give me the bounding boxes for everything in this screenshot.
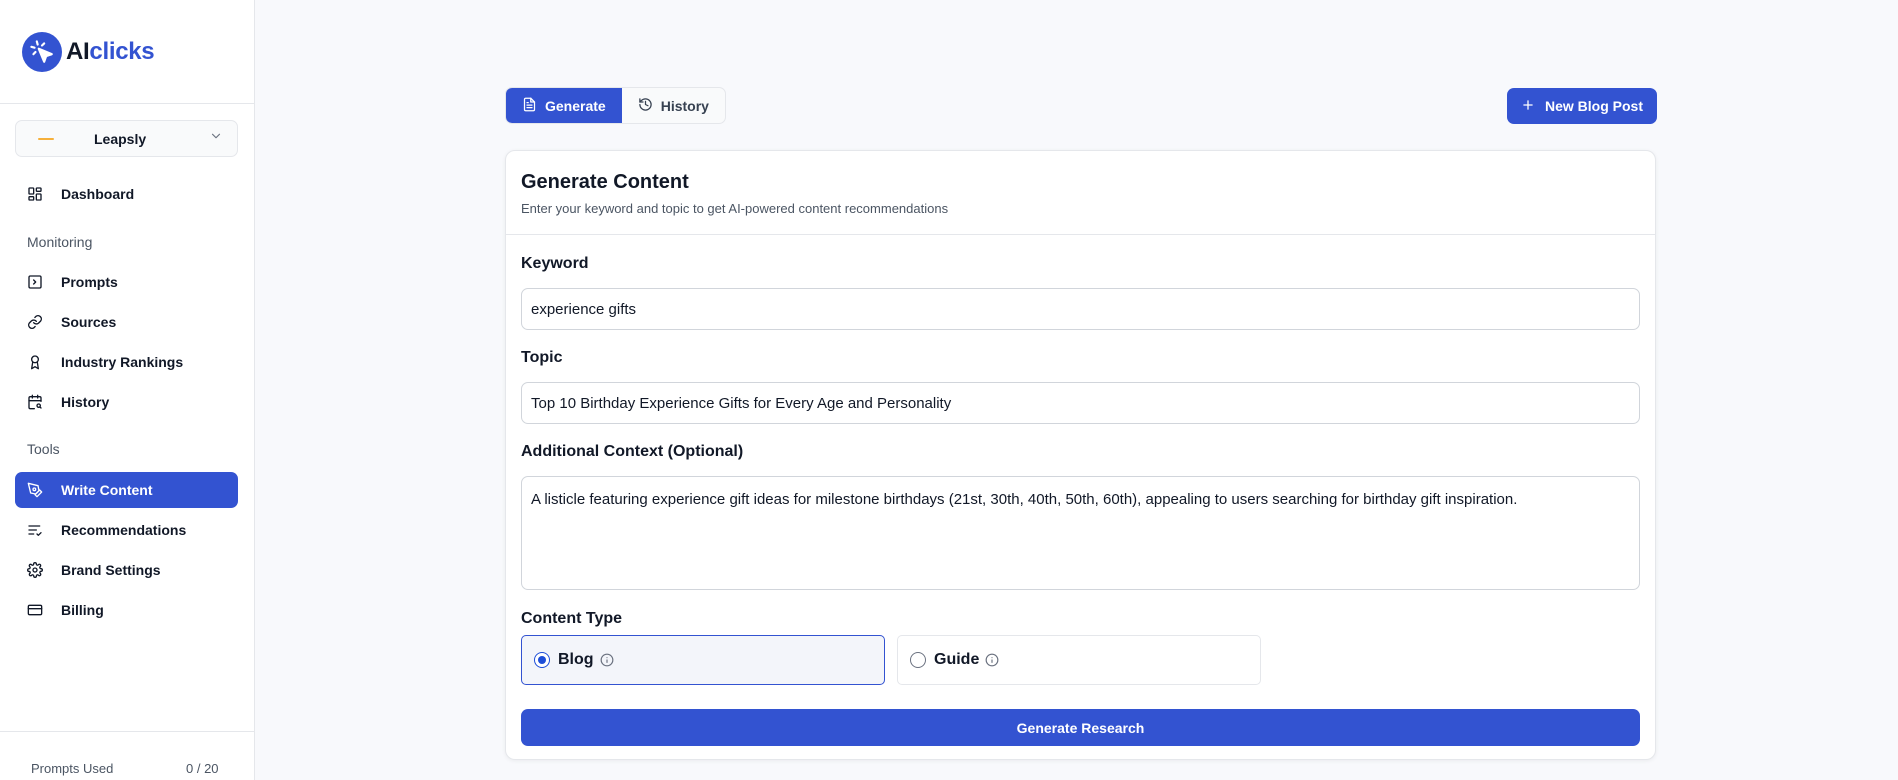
generate-research-button[interactable]: Generate Research <box>521 709 1640 746</box>
sidebar-item-prompts[interactable]: Prompts <box>15 264 238 300</box>
sidebar-item-brand-settings[interactable]: Brand Settings <box>15 552 238 588</box>
list-check-icon <box>27 522 43 538</box>
chevron-down-icon <box>209 129 223 148</box>
keyword-label: Keyword <box>521 255 589 272</box>
workspace-name: Leapsly <box>94 130 147 147</box>
credit-card-icon <box>27 602 43 618</box>
sidebar-item-sources[interactable]: Sources <box>15 304 238 340</box>
divider <box>0 731 254 732</box>
logo-text-clicks: clicks <box>89 38 155 65</box>
sidebar-item-label: Billing <box>61 602 104 618</box>
info-icon[interactable] <box>985 653 999 667</box>
sidebar-item-label: Industry Rankings <box>61 354 184 370</box>
divider <box>0 103 254 104</box>
sidebar-item-dashboard[interactable]: Dashboard <box>15 176 238 212</box>
prompts-used-count: 0 / 20 <box>186 761 219 776</box>
sidebar-item-billing[interactable]: Billing <box>15 592 238 628</box>
app-logo[interactable]: AIclicks <box>22 32 155 72</box>
tab-label: History <box>660 97 709 114</box>
new-blog-post-button[interactable]: New Blog Post <box>1507 88 1657 124</box>
additional-context-textarea[interactable]: A listicle featuring experience gift ide… <box>521 476 1640 590</box>
content-type-label: Content Type <box>521 610 623 627</box>
divider <box>506 234 1655 235</box>
grid-icon <box>27 186 43 202</box>
prompts-used-label: Prompts Used <box>31 761 114 776</box>
keyword-input[interactable]: experience gifts <box>521 288 1640 330</box>
sidebar-item-write-content[interactable]: Write Content <box>15 472 238 508</box>
content-type-option-blog[interactable]: Blog <box>521 635 885 685</box>
content-type-option-guide[interactable]: Guide <box>897 635 1261 685</box>
content-type-option-label: Guide <box>934 651 980 668</box>
pen-tool-icon <box>27 482 43 498</box>
additional-context-label: Additional Context (Optional) <box>521 443 744 460</box>
sidebar-item-label: Write Content <box>61 482 153 498</box>
tab-history[interactable]: History <box>622 88 725 123</box>
generate-content-card: Generate Content Enter your keyword and … <box>505 150 1656 760</box>
content-type-option-label: Blog <box>558 651 594 668</box>
sidebar-item-label: Brand Settings <box>61 562 161 578</box>
blog-radio[interactable] <box>534 652 550 668</box>
info-icon[interactable] <box>600 653 614 667</box>
sidebar-item-label: Dashboard <box>61 186 135 202</box>
sidebar-item-label: Prompts <box>61 274 118 290</box>
section-label-tools: Tools <box>27 441 60 457</box>
calendar-search-icon <box>27 394 43 410</box>
tab-generate[interactable]: Generate <box>506 88 622 123</box>
terminal-icon <box>27 274 43 290</box>
app-name: AIclicks <box>66 38 155 66</box>
view-tabs: Generate History <box>505 87 726 124</box>
cursor-click-icon <box>22 32 62 72</box>
leapsly-logo-icon <box>36 134 56 144</box>
file-text-icon <box>522 97 537 115</box>
history-icon <box>638 97 653 115</box>
workspace-selector[interactable]: Leapsly <box>15 120 238 157</box>
plus-icon <box>1521 98 1535 115</box>
topic-input[interactable]: Top 10 Birthday Experience Gifts for Eve… <box>521 382 1640 424</box>
sidebar-item-history[interactable]: History <box>15 384 238 420</box>
logo-text-ai: AI <box>66 38 90 65</box>
section-label-monitoring: Monitoring <box>27 234 93 250</box>
sidebar-item-industry-rankings[interactable]: Industry Rankings <box>15 344 238 380</box>
sidebar-item-recommendations[interactable]: Recommendations <box>15 512 238 548</box>
gear-icon <box>27 562 43 578</box>
sidebar-item-label: History <box>61 394 110 410</box>
link-icon <box>27 314 43 330</box>
sidebar-item-label: Recommendations <box>61 522 187 538</box>
topic-label: Topic <box>521 349 563 366</box>
tab-label: Generate <box>545 97 606 114</box>
award-icon <box>27 354 43 370</box>
new-blog-post-label: New Blog Post <box>1544 98 1643 114</box>
card-title: Generate Content <box>521 171 689 193</box>
guide-radio[interactable] <box>910 652 926 668</box>
sidebar: AIclicks Leapsly Dashboard Monitoring Pr… <box>0 0 255 780</box>
card-subtitle: Enter your keyword and topic to get AI-p… <box>521 201 949 216</box>
sidebar-item-label: Sources <box>61 314 117 330</box>
